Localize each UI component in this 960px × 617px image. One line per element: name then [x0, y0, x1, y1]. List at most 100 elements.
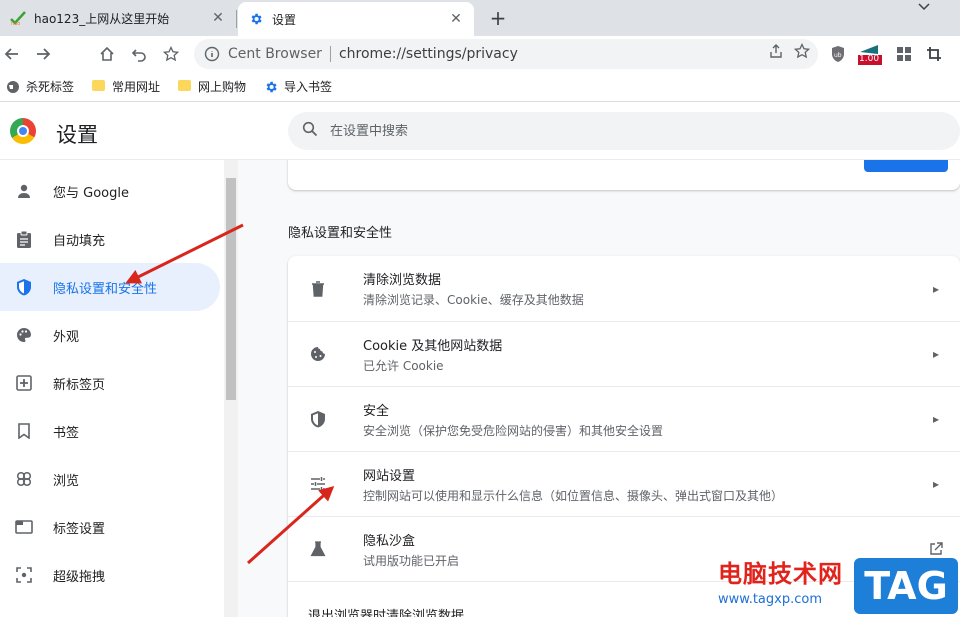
- svg-text:hao: hao: [11, 21, 20, 25]
- row-security[interactable]: 安全 安全浏览（保护您免受危险网站的侵害）和其他安全设置 ▸: [288, 386, 960, 451]
- close-icon[interactable]: ✕: [448, 11, 464, 27]
- back-button[interactable]: [0, 42, 24, 66]
- row-subtitle: 清除浏览记录、Cookie、缓存及其他数据: [363, 293, 584, 307]
- scrollbar-thumb[interactable]: [226, 178, 236, 400]
- search-input[interactable]: [330, 123, 830, 139]
- flask-icon: [308, 539, 328, 559]
- row-title: 清除浏览数据: [363, 273, 442, 288]
- browser-logo-icon: [10, 118, 36, 144]
- bookmark-icon: [14, 421, 34, 441]
- sidebar-item-label: 自动填充: [53, 233, 106, 249]
- tab-hao123[interactable]: hao hao123_上网从这里开始 ✕: [0, 0, 236, 36]
- home-button[interactable]: [95, 42, 119, 66]
- drag-icon: [14, 565, 34, 585]
- sidebar-item-new-tab[interactable]: 新标签页: [0, 359, 220, 407]
- extension-badge: 1.00: [859, 54, 880, 64]
- tab-separator: [236, 10, 237, 28]
- trash-icon: [308, 279, 328, 299]
- browser-brand: Cent Browser: [228, 46, 322, 62]
- shield-icon: [14, 277, 34, 297]
- info-icon[interactable]: [204, 46, 220, 62]
- gear-icon: [264, 80, 278, 94]
- tab-title: 设置: [272, 12, 297, 27]
- chevron-right-icon: ▸: [932, 281, 940, 296]
- sidebar-item-tab-settings[interactable]: 标签设置: [0, 503, 220, 551]
- sidebar-item-label: 标签设置: [53, 521, 106, 537]
- sidebar-item-bookmarks[interactable]: 书签: [0, 407, 220, 455]
- section-title: 隐私设置和安全性: [288, 226, 393, 241]
- sidebar-item-privacy[interactable]: 隐私设置和安全性: [0, 263, 220, 311]
- bookmark-label: 网上购物: [198, 80, 247, 94]
- toolbar: Cent Browser chrome://settings/privacy u…: [0, 36, 960, 72]
- tab-settings[interactable]: 设置 ✕: [238, 2, 474, 36]
- new-tab-icon: [14, 373, 34, 393]
- ublock-icon[interactable]: ub: [826, 42, 850, 66]
- sidebar-scrollbar[interactable]: [224, 160, 238, 617]
- row-title: 安全: [363, 403, 390, 419]
- tab-title: hao123_上网从这里开始: [34, 11, 170, 26]
- bookmark-folder[interactable]: 网上购物: [178, 78, 246, 95]
- apps-grid-icon[interactable]: [892, 42, 916, 66]
- row-site-settings[interactable]: 网站设置 控制网站可以使用和显示什么信息（如位置信息、摄像头、弹出式窗口及其他）…: [288, 451, 960, 516]
- row-cookies[interactable]: Cookie 及其他网站数据 已允许 Cookie ▸: [288, 321, 960, 386]
- sidebar-item-label: 超级拖拽: [53, 569, 106, 585]
- tab-strip: hao hao123_上网从这里开始 ✕ 设置 ✕ +: [0, 0, 960, 36]
- sliders-icon: [308, 474, 328, 494]
- tab-icon: [14, 517, 34, 537]
- sidebar-item-label: 书签: [53, 425, 80, 441]
- close-icon[interactable]: ✕: [210, 10, 226, 26]
- watermark-cn: 电脑技术网: [718, 560, 843, 588]
- sidebar-item-label: 浏览: [53, 473, 80, 489]
- address-bar[interactable]: Cent Browser chrome://settings/privacy: [194, 39, 818, 69]
- sidebar-item-super-drag[interactable]: 超级拖拽: [0, 551, 220, 599]
- star-icon[interactable]: [793, 42, 811, 63]
- sidebar-item-browse[interactable]: 浏览: [0, 455, 220, 503]
- card-action-button[interactable]: [864, 160, 948, 172]
- bookmark-item[interactable]: 导入书签: [264, 78, 332, 95]
- folder-icon: [178, 79, 192, 94]
- row-clear-browsing-data[interactable]: 清除浏览数据 清除浏览记录、Cookie、缓存及其他数据 ▸: [288, 256, 960, 321]
- bookmark-item[interactable]: 杀死标签: [6, 78, 74, 95]
- sidebar-item-autofill[interactable]: 自动填充: [0, 215, 220, 263]
- star-bookmark-icon[interactable]: [159, 42, 183, 66]
- bookmark-label: 杀死标签: [26, 80, 75, 94]
- bookmarks-bar: 杀死标签 常用网址 网上购物 导入书签: [0, 72, 960, 102]
- url-text[interactable]: chrome://settings/privacy: [339, 46, 518, 62]
- sidebar-item-label: 新标签页: [53, 377, 106, 393]
- bookmark-label: 常用网址: [112, 80, 161, 94]
- gear-icon: [248, 11, 264, 27]
- svg-text:ub: ub: [834, 52, 842, 59]
- row-title: 隐私沙盒: [363, 533, 416, 549]
- watermark-url: www.tagxp.com: [718, 592, 822, 607]
- new-tab-button[interactable]: +: [486, 6, 510, 30]
- watermark: 电脑技术网 www.tagxp.com TAG: [716, 552, 960, 617]
- previous-card: [288, 160, 960, 190]
- chevron-down-icon[interactable]: [914, 0, 934, 14]
- share-icon[interactable]: [768, 43, 784, 63]
- chevron-right-icon: ▸: [932, 347, 940, 361]
- watermark-tag: TAG: [854, 558, 958, 614]
- undo-close-button[interactable]: [127, 42, 151, 66]
- bookmark-label: 导入书签: [284, 80, 333, 94]
- row-subtitle: 已允许 Cookie: [363, 358, 444, 373]
- row-title: Cookie 及其他网站数据: [363, 338, 503, 354]
- palette-icon: [14, 325, 34, 345]
- cookie-icon: [308, 344, 328, 364]
- main-content: 隐私设置和安全性 清除浏览数据 清除浏览记录、Cookie、缓存及其他数据 ▸ …: [238, 160, 960, 617]
- hao123-favicon-icon: hao: [10, 10, 26, 26]
- search-box[interactable]: [288, 112, 960, 150]
- bookmark-folder[interactable]: 常用网址: [92, 78, 160, 95]
- crop-icon[interactable]: [922, 42, 946, 66]
- chevron-right-icon: ▸: [932, 477, 940, 491]
- sidebar-item-label: 隐私设置和安全性: [53, 281, 158, 297]
- search-icon: [302, 121, 318, 141]
- clipboard-icon: [14, 229, 34, 249]
- sidebar-item-appearance[interactable]: 外观: [0, 311, 220, 359]
- omnibox-separator: [329, 46, 331, 62]
- sidebar-item-you-and-google[interactable]: 您与 Google: [0, 167, 220, 215]
- browse-icon: [14, 469, 34, 489]
- forward-button[interactable]: [31, 42, 55, 66]
- sidebar-item-label: 外观: [53, 329, 80, 345]
- person-icon: [14, 181, 34, 201]
- speed-extension-icon[interactable]: 1.00: [856, 42, 884, 66]
